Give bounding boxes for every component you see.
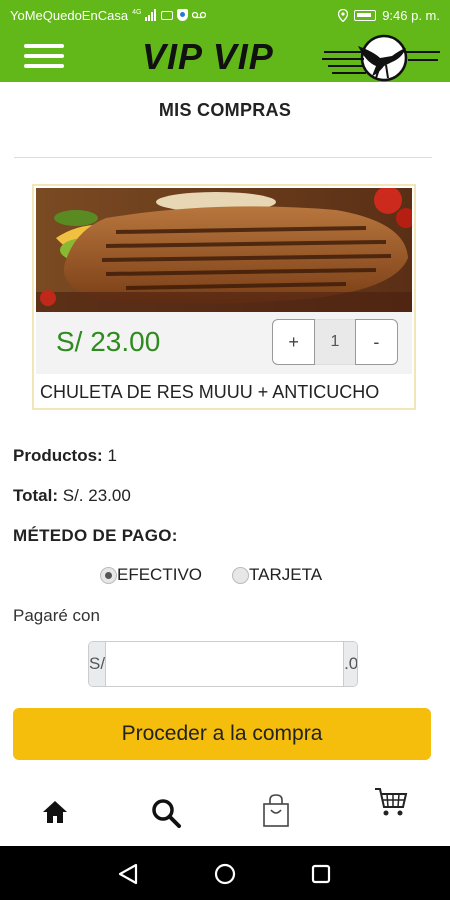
- status-right: 9:46 p. m.: [338, 8, 440, 23]
- app-header: VIP VIP: [0, 30, 450, 82]
- payment-option-label: TARJETA: [249, 565, 323, 584]
- payment-option-efectivo[interactable]: EFECTIVO: [100, 565, 202, 585]
- clock: 9:46 p. m.: [382, 7, 440, 23]
- products-count: Productos: 1: [13, 446, 117, 466]
- system-navigation-bar: [0, 846, 450, 900]
- order-total: Total: S/. 23.00: [13, 486, 131, 506]
- page-title: MIS COMPRAS: [158, 100, 292, 120]
- item-price: S/ 23.00: [56, 326, 161, 357]
- pay-with-label: Pagaré con: [13, 606, 100, 625]
- recents-icon[interactable]: [311, 864, 331, 884]
- increment-button[interactable]: +: [272, 319, 316, 365]
- decrement-button[interactable]: -: [354, 319, 399, 365]
- voicemail-icon: [192, 11, 207, 19]
- quantity-value: 1: [315, 319, 355, 365]
- delivery-bird-logo-icon: [322, 34, 440, 82]
- payment-amount-group: S/ .00: [88, 641, 358, 687]
- back-icon[interactable]: [118, 863, 138, 885]
- search-icon[interactable]: [151, 798, 181, 828]
- shield-icon: [177, 9, 189, 21]
- carrier-name: YoMeQuedoEnCasa: [10, 7, 129, 23]
- cart-icon[interactable]: [374, 786, 408, 818]
- payment-method-options: EFECTIVO TARJETA: [100, 565, 322, 585]
- products-label: Productos:: [13, 446, 103, 465]
- payment-method-title: MÉTEDO DE PAGO:: [13, 526, 178, 545]
- shopping-bag-icon[interactable]: [262, 794, 290, 828]
- network-type: 4G: [132, 8, 142, 16]
- screen-cast-icon: [161, 10, 174, 20]
- home-icon[interactable]: [42, 800, 68, 824]
- status-left: YoMeQuedoEnCasa 4G: [10, 7, 207, 23]
- battery-icon: [354, 9, 377, 21]
- brand-title: VIP VIP: [142, 36, 274, 77]
- cart-item-card: S/ 23.00 + 1 - CHULETA DE RES MUUU + ANT…: [32, 184, 416, 410]
- title-divider: [14, 157, 432, 158]
- payment-amount-input[interactable]: [106, 642, 344, 686]
- product-image: [36, 188, 412, 312]
- radio-tarjeta[interactable]: [232, 566, 250, 584]
- status-bar: YoMeQuedoEnCasa 4G 9:46 p. m.: [0, 0, 450, 30]
- proceed-purchase-button[interactable]: Proceder a la compra: [13, 708, 431, 760]
- payment-option-label: EFECTIVO: [117, 565, 203, 584]
- signal-icon: [145, 9, 157, 21]
- products-value: 1: [107, 446, 117, 465]
- payment-option-tarjeta[interactable]: TARJETA: [232, 565, 322, 585]
- radio-efectivo[interactable]: [100, 566, 117, 584]
- total-value: S/. 23.00: [62, 486, 131, 505]
- decimal-suffix: .00: [343, 642, 357, 686]
- bottom-nav: [0, 776, 450, 846]
- home-button-icon[interactable]: [214, 863, 236, 885]
- total-label: Total:: [13, 486, 59, 505]
- quantity-stepper: + 1 -: [272, 319, 399, 365]
- location-icon: [338, 8, 349, 22]
- product-name: CHULETA DE RES MUUU + ANTICUCHO: [40, 382, 380, 402]
- cart-item-controls: S/ 23.00 + 1 -: [36, 312, 412, 374]
- hamburger-menu-icon[interactable]: [24, 42, 64, 70]
- currency-prefix: S/: [89, 642, 107, 686]
